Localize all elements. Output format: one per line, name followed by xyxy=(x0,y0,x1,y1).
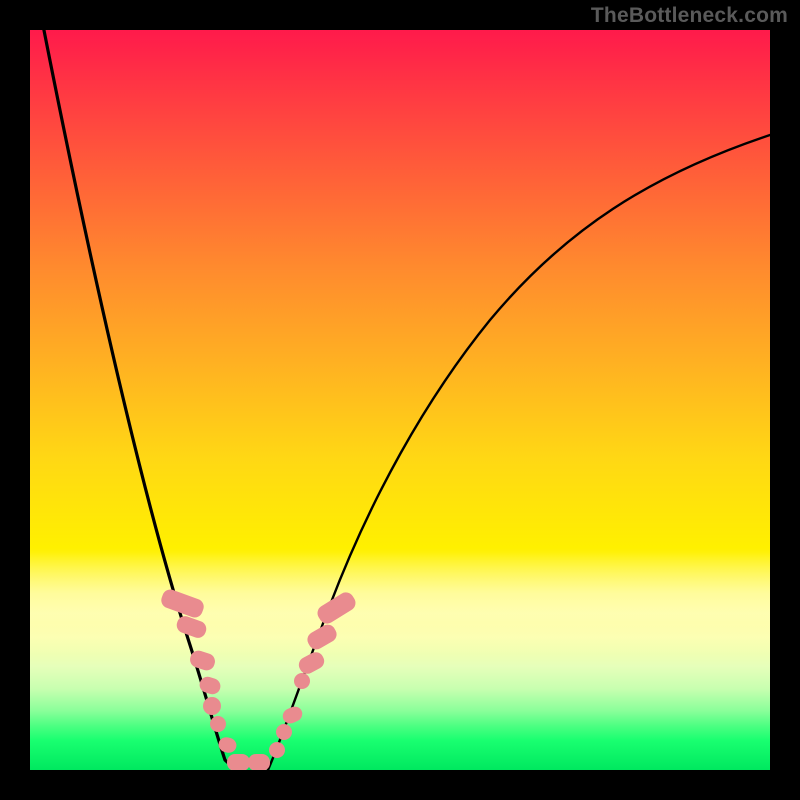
marker-group xyxy=(159,587,358,770)
marker xyxy=(174,614,208,640)
marker xyxy=(217,736,238,755)
plot-area xyxy=(30,30,770,770)
chart-frame: TheBottleneck.com xyxy=(0,0,800,800)
curve-layer xyxy=(30,30,770,770)
marker xyxy=(296,649,327,676)
marker xyxy=(210,716,226,732)
watermark-text: TheBottleneck.com xyxy=(591,4,788,28)
marker xyxy=(315,589,359,626)
marker xyxy=(248,754,270,770)
marker xyxy=(203,697,221,715)
marker xyxy=(276,724,292,740)
marker xyxy=(227,754,250,770)
marker xyxy=(269,742,285,758)
marker xyxy=(294,673,310,689)
marker xyxy=(159,587,206,620)
curve-right xyxy=(268,135,770,770)
marker xyxy=(280,704,304,726)
